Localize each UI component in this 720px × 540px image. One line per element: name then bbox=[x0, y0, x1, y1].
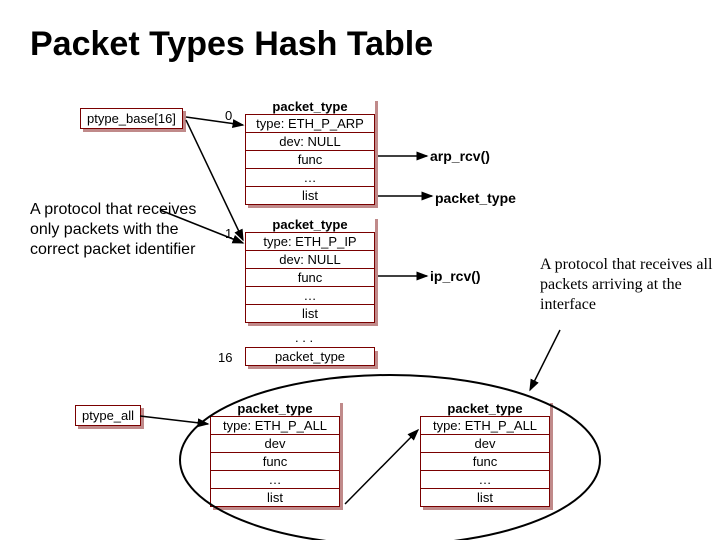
note-left: A protocol that receives only packets wi… bbox=[30, 200, 215, 260]
struct-1-dev: dev: NULL bbox=[245, 250, 375, 269]
struct-all-right-title: packet_type bbox=[420, 400, 550, 417]
index-16: 16 bbox=[218, 350, 232, 365]
struct-all-left-func: func bbox=[210, 452, 340, 471]
struct-all-left-dots: … bbox=[210, 470, 340, 489]
struct-all-left-title: packet_type bbox=[210, 400, 340, 417]
index-1: 1 bbox=[225, 226, 232, 241]
struct-1-type: type: ETH_P_IP bbox=[245, 232, 375, 251]
ptype-base-box: ptype_base[16] bbox=[80, 108, 183, 129]
struct-0-dev: dev: NULL bbox=[245, 132, 375, 151]
struct-all-left-list: list bbox=[210, 488, 340, 507]
struct-0-dots: … bbox=[245, 168, 375, 187]
slot-16-cell: packet_type bbox=[245, 347, 375, 366]
struct-0: packet_type type: ETH_P_ARP dev: NULL fu… bbox=[245, 98, 375, 205]
struct-1-list: list bbox=[245, 304, 375, 323]
struct-all-right-list: list bbox=[420, 488, 550, 507]
struct-all-right-func: func bbox=[420, 452, 550, 471]
struct-1-title: packet_type bbox=[245, 216, 375, 233]
struct-0-list: list bbox=[245, 186, 375, 205]
struct-1-dots: … bbox=[245, 286, 375, 305]
ptype-all-box: ptype_all bbox=[75, 405, 141, 426]
struct-0-type: type: ETH_P_ARP bbox=[245, 114, 375, 133]
index-0: 0 bbox=[225, 108, 232, 123]
struct-all-right: packet_type type: ETH_P_ALL dev func … l… bbox=[420, 400, 550, 507]
struct-all-right-dots: … bbox=[420, 470, 550, 489]
struct-all-left-dev: dev bbox=[210, 434, 340, 453]
struct-all-right-type: type: ETH_P_ALL bbox=[420, 416, 550, 435]
arp-rcv-label: arp_rcv() bbox=[430, 148, 490, 164]
ip-rcv-label: ip_rcv() bbox=[430, 268, 481, 284]
packet-type-label-top: packet_type bbox=[435, 190, 516, 206]
page-title: Packet Types Hash Table bbox=[30, 25, 433, 64]
struct-all-left-type: type: ETH_P_ALL bbox=[210, 416, 340, 435]
struct-all-left: packet_type type: ETH_P_ALL dev func … l… bbox=[210, 400, 340, 507]
struct-1: packet_type type: ETH_P_IP dev: NULL fun… bbox=[245, 216, 375, 323]
slot-16: packet_type bbox=[245, 348, 375, 366]
struct-1-func: func bbox=[245, 268, 375, 287]
note-right: A protocol that receives all packets arr… bbox=[540, 255, 715, 315]
struct-0-title: packet_type bbox=[245, 98, 375, 115]
struct-all-right-dev: dev bbox=[420, 434, 550, 453]
struct-0-func: func bbox=[245, 150, 375, 169]
slot-dots: . . . bbox=[295, 330, 313, 345]
